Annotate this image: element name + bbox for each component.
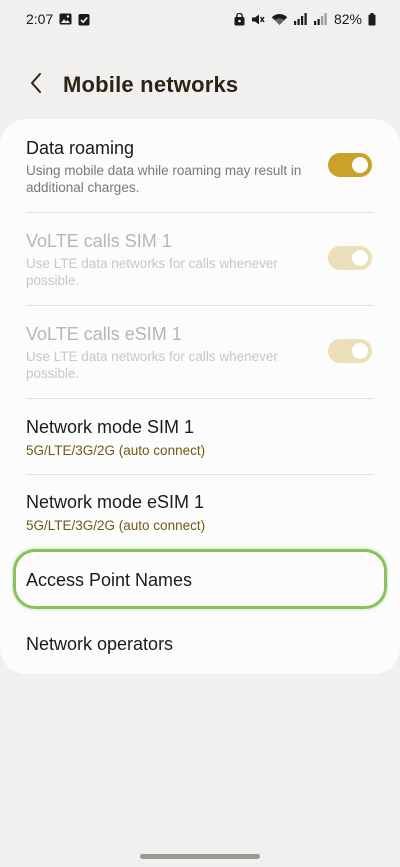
volte-sim1-toggle[interactable] [328, 246, 372, 270]
volte-esim1-title: VoLTE calls eSIM 1 [26, 324, 182, 344]
network-operators-title: Network operators [26, 634, 174, 654]
toggle-knob [350, 341, 370, 361]
status-bar: 2:07 82% [0, 0, 400, 38]
network-mode-esim1-row[interactable]: Network mode eSIM 1 5G/LTE/3G/2G (auto c… [0, 491, 400, 551]
access-point-names-highlight [13, 549, 387, 609]
volte-esim1-description: Use LTE data networks for calls whenever… [26, 349, 278, 381]
battery-icon [368, 12, 376, 26]
volte-sim1-row[interactable]: VoLTE calls SIM 1 Use LTE data networks … [0, 230, 400, 310]
status-right: 82% [234, 11, 376, 27]
toggle-knob [350, 248, 370, 268]
app-header: Mobile networks [0, 60, 400, 110]
divider [26, 305, 374, 306]
status-time: 2:07 [26, 11, 54, 27]
lock-icon [234, 12, 245, 26]
wifi-icon [271, 13, 288, 26]
gallery-icon [59, 13, 72, 25]
back-button[interactable] [16, 65, 56, 105]
battery-percent: 82% [333, 11, 362, 27]
network-mode-sim1-value: 5G/LTE/3G/2G (auto connect) [26, 443, 206, 458]
signal-icon-2 [313, 13, 328, 25]
volte-sim1-description: Use LTE data networks for calls whenever… [26, 256, 278, 288]
data-roaming-toggle[interactable] [328, 153, 372, 177]
volte-esim1-toggle[interactable] [328, 339, 372, 363]
network-mode-esim1-value: 5G/LTE/3G/2G (auto connect) [26, 518, 206, 533]
mute-icon [251, 13, 265, 26]
network-mode-esim1-title: Network mode eSIM 1 [26, 492, 205, 512]
volte-esim1-row[interactable]: VoLTE calls eSIM 1 Use LTE data networks… [0, 323, 400, 403]
network-operators-row[interactable]: Network operators [0, 633, 400, 673]
divider [26, 474, 374, 475]
data-roaming-row[interactable]: Data roaming Using mobile data while roa… [0, 137, 400, 217]
data-roaming-title: Data roaming [26, 138, 135, 158]
data-roaming-description: Using mobile data while roaming may resu… [26, 163, 302, 195]
checkbox-icon [78, 13, 90, 26]
toggle-knob [350, 155, 370, 175]
divider [26, 212, 374, 213]
network-mode-sim1-row[interactable]: Network mode SIM 1 5G/LTE/3G/2G (auto co… [0, 416, 400, 476]
volte-sim1-title: VoLTE calls SIM 1 [26, 231, 172, 251]
chevron-left-icon [29, 72, 43, 99]
page-title: Mobile networks [63, 72, 239, 97]
network-mode-sim1-title: Network mode SIM 1 [26, 417, 195, 437]
status-left: 2:07 [26, 11, 90, 27]
divider [26, 398, 374, 399]
signal-icon [293, 13, 308, 25]
gesture-nav-handle[interactable] [140, 854, 260, 859]
